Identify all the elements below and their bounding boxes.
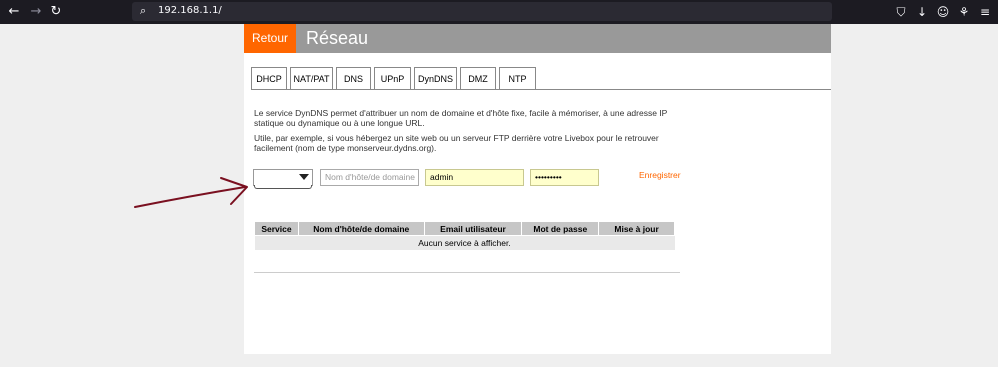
annotation-arrow-icon: [134, 177, 248, 208]
